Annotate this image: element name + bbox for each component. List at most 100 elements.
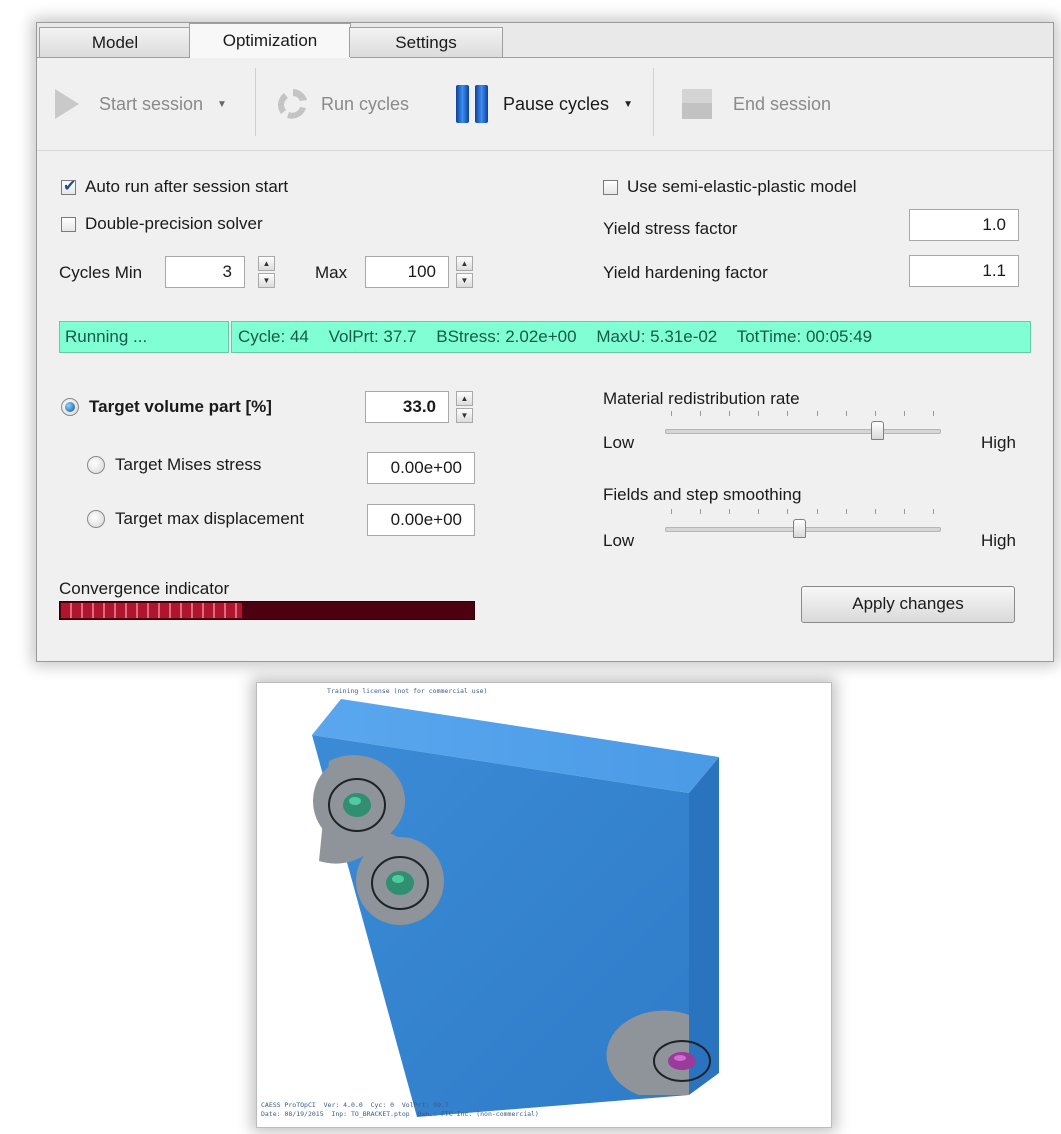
slider-tick [817, 509, 818, 514]
target-displacement-input[interactable]: 0.00e+00 [367, 504, 475, 536]
cycles-max-spinner[interactable]: ▲ ▼ [456, 256, 473, 288]
double-precision-label: Double-precision solver [85, 214, 263, 233]
target-displacement-label: Target max displacement [115, 509, 304, 528]
spin-up-icon[interactable]: ▲ [258, 256, 275, 271]
double-precision-checkbox[interactable]: Double-precision solver [61, 214, 263, 234]
optimization-panel: Model Optimization Settings Start sessio… [36, 22, 1054, 662]
target-mises-input[interactable]: 0.00e+00 [367, 452, 475, 484]
smoothing-low-label: Low [603, 531, 635, 550]
run-cycles-button[interactable]: Run cycles [275, 58, 409, 150]
target-volume-label: Target volume part [%] [89, 397, 272, 416]
pause-icon [456, 85, 488, 123]
slider-tick [729, 411, 730, 416]
redistribution-low-label: Low [603, 433, 635, 452]
status-tottime: TotTime: 00:05:49 [736, 327, 873, 346]
stop-icon [682, 89, 712, 119]
slider-tick [671, 509, 672, 514]
status-bstress: BStress: 2.02e+00 [436, 327, 577, 346]
cycles-min-spinner[interactable]: ▲ ▼ [258, 256, 275, 288]
cycles-min-label: Cycles Min [59, 263, 143, 282]
slider-track[interactable] [665, 429, 941, 434]
slider-thumb[interactable] [871, 421, 884, 440]
status-metrics: Cycle: 44 VolPrt: 37.7 BStress: 2.02e+00… [231, 321, 1031, 353]
radio-selected-icon[interactable] [61, 398, 79, 416]
play-icon [55, 89, 79, 119]
smoothing-slider[interactable] [665, 509, 941, 549]
target-volume-input[interactable]: 33.0 [365, 391, 449, 423]
spin-down-icon[interactable]: ▼ [258, 273, 275, 288]
cycles-max-input[interactable]: 100 [365, 256, 449, 288]
status-state: Running ... [59, 321, 229, 353]
chevron-down-icon[interactable]: ▼ [623, 99, 633, 110]
status-volprt: VolPrt: 37.7 [328, 327, 417, 346]
model-viewport[interactable]: Training license (not for commercial use… [256, 682, 832, 1128]
yield-hardening-input[interactable]: 1.1 [909, 255, 1019, 287]
spin-up-icon[interactable]: ▲ [456, 391, 473, 406]
cycles-min-input[interactable]: 3 [165, 256, 245, 288]
slider-tick [729, 509, 730, 514]
spin-up-icon[interactable]: ▲ [456, 256, 473, 271]
status-cycle: Cycle: 44 [238, 327, 309, 346]
target-displacement-radio[interactable]: Target max displacement [87, 509, 304, 529]
cycles-max-label: Max [315, 263, 348, 282]
slider-tick [787, 509, 788, 514]
toolbar-separator [255, 68, 256, 136]
tab-settings[interactable]: Settings [349, 27, 503, 57]
end-session-button[interactable]: End session [681, 58, 831, 150]
tab-optimization[interactable]: Optimization [189, 23, 351, 59]
slider-tick [904, 411, 905, 416]
target-volume-radio[interactable]: Target volume part [%] [61, 397, 272, 417]
pause-cycles-label: Pause cycles [503, 93, 610, 114]
redistribution-high-label: High [981, 433, 1016, 452]
slider-tick [817, 411, 818, 416]
end-session-label: End session [733, 93, 832, 114]
status-maxu: MaxU: 5.31e-02 [596, 327, 718, 346]
smoothing-high-label: High [981, 531, 1016, 550]
cycle-icon [278, 89, 307, 119]
slider-tick [671, 411, 672, 416]
slider-tick [846, 411, 847, 416]
checkbox-box[interactable] [61, 216, 76, 232]
toolbar-separator [653, 68, 654, 136]
auto-run-checkbox[interactable]: ✔ Auto run after session start [61, 177, 288, 197]
slider-tick [700, 411, 701, 416]
convergence-fill [61, 603, 242, 618]
slider-tick [875, 509, 876, 514]
viewport-footer-line1: CAESS ProTOpCI Ver: 4.0.0 Cyc: 0 VolPrt:… [261, 1101, 449, 1109]
smoothing-label: Fields and step smoothing [603, 485, 802, 504]
yield-stress-input[interactable]: 1.0 [909, 209, 1019, 241]
convergence-indicator [59, 601, 475, 620]
yield-hardening-label: Yield hardening factor [603, 263, 768, 282]
toolbar: Start session ▼ Run cycles Pause cycles … [37, 58, 1053, 151]
semi-elastic-checkbox[interactable]: Use semi-elastic-plastic model [603, 177, 857, 197]
chevron-down-icon[interactable]: ▼ [217, 99, 227, 110]
target-mises-label: Target Mises stress [115, 455, 262, 474]
slider-tick [933, 411, 934, 416]
slider-tick [758, 509, 759, 514]
start-session-label: Start session [99, 93, 204, 114]
target-volume-spinner[interactable]: ▲ ▼ [456, 391, 473, 423]
slider-tick [933, 509, 934, 514]
slider-tick [875, 411, 876, 416]
slider-tick [787, 411, 788, 416]
spin-down-icon[interactable]: ▼ [456, 273, 473, 288]
checkbox-box[interactable]: ✔ [61, 178, 76, 195]
spin-down-icon[interactable]: ▼ [456, 408, 473, 423]
viewport-footer-line2: Date: 08/19/2015 Inp: TO_BRACKET.ptop Ow… [261, 1110, 539, 1118]
pause-cycles-button[interactable]: Pause cycles ▼ [455, 58, 633, 150]
radio-icon[interactable] [87, 510, 105, 528]
redistribution-label: Material redistribution rate [603, 389, 800, 408]
radio-icon[interactable] [87, 456, 105, 474]
slider-tick [846, 509, 847, 514]
start-session-button[interactable]: Start session ▼ [53, 58, 227, 150]
target-mises-radio[interactable]: Target Mises stress [87, 455, 261, 475]
semi-elastic-label: Use semi-elastic-plastic model [627, 177, 857, 196]
part-model [312, 699, 719, 1117]
redistribution-slider[interactable] [665, 411, 941, 451]
checkbox-box[interactable] [603, 179, 618, 195]
apply-changes-button[interactable]: Apply changes [801, 586, 1015, 623]
tab-strip: Model Optimization Settings [37, 23, 1053, 59]
tab-model[interactable]: Model [39, 27, 191, 57]
checkmark-icon: ✔ [63, 177, 77, 195]
slider-thumb[interactable] [793, 519, 806, 538]
